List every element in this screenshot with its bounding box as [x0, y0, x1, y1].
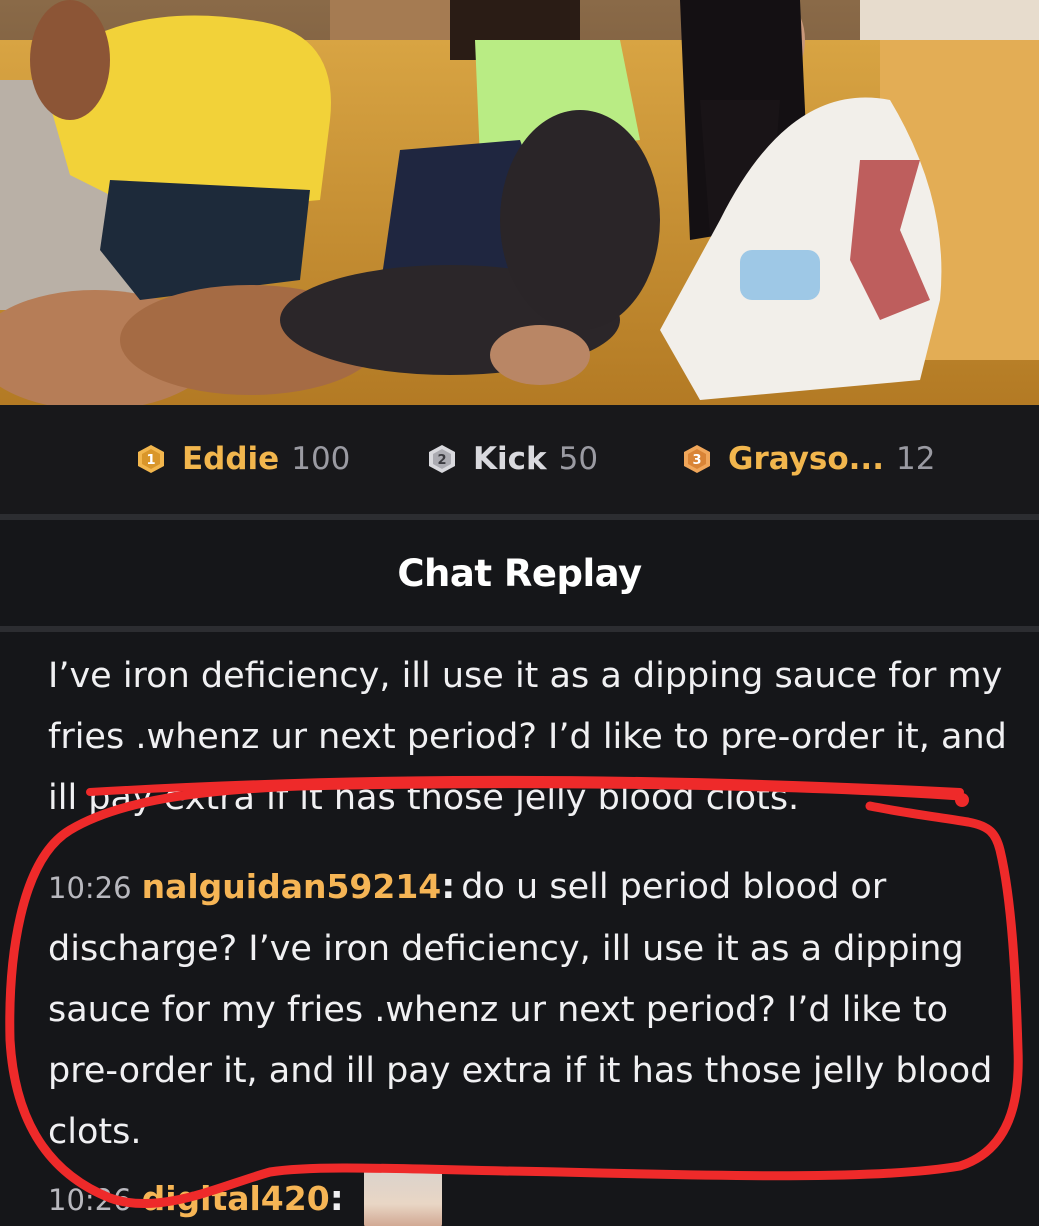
stream-replay-page: 1 Eddie 100 2 Kick 50 3 Grayso... 12 Cha…: [0, 0, 1039, 1226]
rank-1-gold-badge-icon: 1: [138, 445, 164, 473]
chat-message: 10:26 digital420:: [48, 1168, 1008, 1226]
svg-text:2: 2: [437, 453, 446, 468]
chat-timestamp: 10:26: [48, 871, 132, 905]
chat-message-text: I’ve iron deficiency, ill use it as a di…: [48, 656, 1007, 818]
leaderboard-score: 100: [291, 441, 351, 477]
chat-message: I’ve iron deficiency, ill use it as a di…: [48, 646, 1008, 829]
chat-timestamp: 10:26: [48, 1183, 132, 1217]
rank-3-bronze-badge-icon: 3: [684, 445, 710, 473]
leaderboard-entry-1[interactable]: 1 Eddie 100: [136, 439, 350, 479]
leaderboard-score: 12: [895, 441, 936, 477]
chat-message-text: do u sell period blood or discharge? I’v…: [48, 867, 993, 1152]
chat-replay-header: Chat Replay: [0, 520, 1039, 626]
rank-2-silver-badge-icon: 2: [429, 445, 455, 473]
chat-username[interactable]: digital420: [142, 1179, 330, 1218]
chat-username[interactable]: nalguidan59214: [142, 867, 442, 906]
chat-message-list[interactable]: I’ve iron deficiency, ill use it as a di…: [0, 632, 1039, 1226]
leaderboard-name: Grayso...: [728, 441, 884, 477]
leaderboard-name: Eddie: [182, 441, 280, 477]
video-frame-image: [0, 0, 1039, 405]
chat-replay-title: Chat Replay: [397, 551, 642, 595]
gift-leaderboard: 1 Eddie 100 2 Kick 50 3 Grayso... 12: [0, 405, 1039, 514]
video-player[interactable]: [0, 0, 1039, 405]
svg-text:1: 1: [146, 453, 155, 468]
emote-image: [363, 1168, 442, 1226]
leaderboard-score: 50: [558, 441, 599, 477]
leaderboard-entry-3[interactable]: 3 Grayso... 12: [682, 439, 935, 479]
svg-text:3: 3: [692, 453, 701, 468]
leaderboard-entry-2[interactable]: 2 Kick 50: [427, 439, 598, 479]
chat-colon: :: [329, 1179, 344, 1219]
leaderboard-name: Kick: [473, 441, 547, 477]
chat-colon: :: [441, 867, 456, 907]
chat-message: 10:26 nalguidan59214: do u sell period blo…: [48, 856, 1008, 1163]
